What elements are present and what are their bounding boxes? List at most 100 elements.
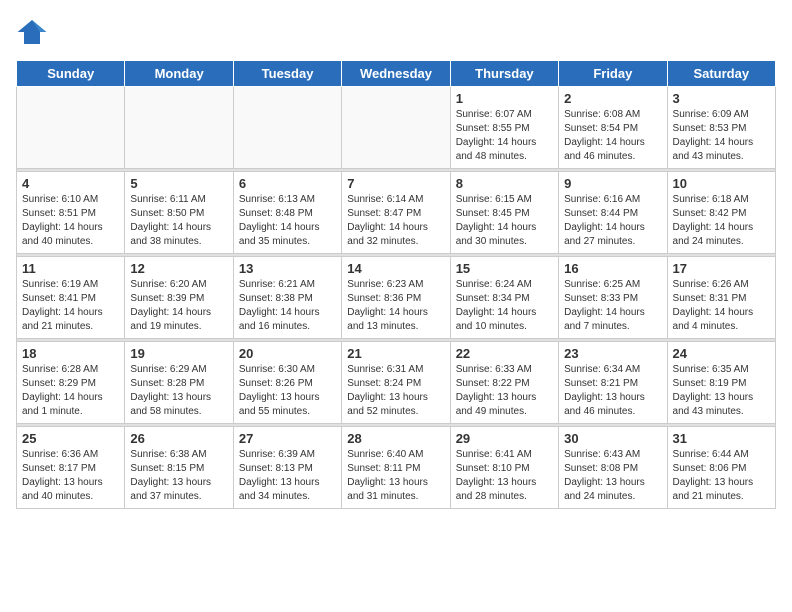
logo-icon [16, 16, 48, 48]
day-info: Sunrise: 6:33 AMSunset: 8:22 PMDaylight:… [456, 363, 553, 419]
day-info: Sunrise: 6:35 AMSunset: 8:19 PMDaylight:… [673, 363, 770, 419]
calendar-table: SundayMondayTuesdayWednesdayThursdayFrid… [16, 60, 776, 509]
calendar-cell: 14 Sunrise: 6:23 AMSunset: 8:36 PMDayligh… [342, 257, 450, 339]
calendar-cell: 4Sunrise: 6:10 AMSunset: 8:51 PMDaylight… [17, 172, 125, 254]
weekday-header-sunday: Sunday [17, 61, 125, 87]
calendar-cell: 25 Sunrise: 6:36 AMSunset: 8:17 PMDayligh… [17, 427, 125, 509]
day-info: Sunrise: 6:28 AMSunset: 8:29 PMDaylight:… [22, 363, 119, 419]
day-info: Sunrise: 6:44 AMSunset: 8:06 PMDaylight:… [673, 448, 770, 504]
calendar-week-row: 25 Sunrise: 6:36 AMSunset: 8:17 PMDayligh… [17, 427, 776, 509]
day-info: Sunrise: 6:08 AMSunset: 8:54 PMDaylight:… [564, 108, 661, 164]
day-info: Sunrise: 6:07 AMSunset: 8:55 PMDaylight:… [456, 108, 553, 164]
calendar-cell: 6 Sunrise: 6:13 AMSunset: 8:48 PMDaylight… [233, 172, 341, 254]
day-info: Sunrise: 6:30 AMSunset: 8:26 PMDaylight:… [239, 363, 336, 419]
weekday-header-monday: Monday [125, 61, 233, 87]
day-number: 14 [347, 261, 444, 276]
calendar-cell: 17 Sunrise: 6:26 AMSunset: 8:31 PMDayligh… [667, 257, 775, 339]
day-number: 18 [22, 346, 119, 361]
day-info: Sunrise: 6:25 AMSunset: 8:33 PMDaylight:… [564, 278, 661, 334]
day-number: 17 [673, 261, 770, 276]
day-number: 3 [673, 91, 770, 106]
calendar-cell: 13 Sunrise: 6:21 AMSunset: 8:38 PMDayligh… [233, 257, 341, 339]
calendar-cell [233, 87, 341, 169]
day-number: 5 [130, 176, 227, 191]
day-info: Sunrise: 6:21 AMSunset: 8:38 PMDaylight:… [239, 278, 336, 334]
calendar-cell: 3 Sunrise: 6:09 AMSunset: 8:53 PMDaylight… [667, 87, 775, 169]
calendar-cell [17, 87, 125, 169]
day-info: Sunrise: 6:26 AMSunset: 8:31 PMDaylight:… [673, 278, 770, 334]
calendar-cell: 1 Sunrise: 6:07 AMSunset: 8:55 PMDaylight… [450, 87, 558, 169]
calendar-cell: 18 Sunrise: 6:28 AMSunset: 8:29 PMDayligh… [17, 342, 125, 424]
day-info: Sunrise: 6:41 AMSunset: 8:10 PMDaylight:… [456, 448, 553, 504]
calendar-cell [342, 87, 450, 169]
weekday-header-tuesday: Tuesday [233, 61, 341, 87]
day-number: 16 [564, 261, 661, 276]
calendar-cell: 10 Sunrise: 6:18 AMSunset: 8:42 PMDayligh… [667, 172, 775, 254]
day-number: 1 [456, 91, 553, 106]
day-number: 26 [130, 431, 227, 446]
day-info: Sunrise: 6:24 AMSunset: 8:34 PMDaylight:… [456, 278, 553, 334]
day-info: Sunrise: 6:19 AMSunset: 8:41 PMDaylight:… [22, 278, 119, 334]
day-number: 27 [239, 431, 336, 446]
day-info: Sunrise: 6:36 AMSunset: 8:17 PMDaylight:… [22, 448, 119, 504]
calendar-cell: 27 Sunrise: 6:39 AMSunset: 8:13 PMDayligh… [233, 427, 341, 509]
day-number: 21 [347, 346, 444, 361]
day-info: Sunrise: 6:31 AMSunset: 8:24 PMDaylight:… [347, 363, 444, 419]
day-number: 31 [673, 431, 770, 446]
day-info: Sunrise: 6:39 AMSunset: 8:13 PMDaylight:… [239, 448, 336, 504]
day-number: 19 [130, 346, 227, 361]
day-info: Sunrise: 6:23 AMSunset: 8:36 PMDaylight:… [347, 278, 444, 334]
weekday-header-saturday: Saturday [667, 61, 775, 87]
calendar-cell: 29 Sunrise: 6:41 AMSunset: 8:10 PMDayligh… [450, 427, 558, 509]
day-number: 24 [673, 346, 770, 361]
calendar-cell: 19 Sunrise: 6:29 AMSunset: 8:28 PMDayligh… [125, 342, 233, 424]
day-info: Sunrise: 6:11 AMSunset: 8:50 PMDaylight:… [130, 193, 227, 249]
day-number: 9 [564, 176, 661, 191]
day-info: Sunrise: 6:29 AMSunset: 8:28 PMDaylight:… [130, 363, 227, 419]
calendar-cell: 26 Sunrise: 6:38 AMSunset: 8:15 PMDayligh… [125, 427, 233, 509]
calendar-cell: 5 Sunrise: 6:11 AMSunset: 8:50 PMDaylight… [125, 172, 233, 254]
day-number: 4 [22, 176, 119, 191]
day-number: 7 [347, 176, 444, 191]
calendar-cell: 11Sunrise: 6:19 AMSunset: 8:41 PMDayligh… [17, 257, 125, 339]
day-info: Sunrise: 6:34 AMSunset: 8:21 PMDaylight:… [564, 363, 661, 419]
calendar-cell: 16 Sunrise: 6:25 AMSunset: 8:33 PMDayligh… [559, 257, 667, 339]
day-number: 2 [564, 91, 661, 106]
day-number: 28 [347, 431, 444, 446]
day-info: Sunrise: 6:18 AMSunset: 8:42 PMDaylight:… [673, 193, 770, 249]
day-info: Sunrise: 6:09 AMSunset: 8:53 PMDaylight:… [673, 108, 770, 164]
calendar-week-row: 11Sunrise: 6:19 AMSunset: 8:41 PMDayligh… [17, 257, 776, 339]
calendar-week-row: 1 Sunrise: 6:07 AMSunset: 8:55 PMDaylight… [17, 87, 776, 169]
day-info: Sunrise: 6:14 AMSunset: 8:47 PMDaylight:… [347, 193, 444, 249]
calendar-cell: 23 Sunrise: 6:34 AMSunset: 8:21 PMDayligh… [559, 342, 667, 424]
day-number: 12 [130, 261, 227, 276]
day-number: 23 [564, 346, 661, 361]
weekday-header-wednesday: Wednesday [342, 61, 450, 87]
calendar-cell [125, 87, 233, 169]
day-number: 22 [456, 346, 553, 361]
calendar-week-row: 4Sunrise: 6:10 AMSunset: 8:51 PMDaylight… [17, 172, 776, 254]
calendar-cell: 30Sunrise: 6:43 AMSunset: 8:08 PMDayligh… [559, 427, 667, 509]
day-number: 25 [22, 431, 119, 446]
calendar-header-row: SundayMondayTuesdayWednesdayThursdayFrid… [17, 61, 776, 87]
calendar-cell: 9Sunrise: 6:16 AMSunset: 8:44 PMDaylight… [559, 172, 667, 254]
calendar-cell: 21 Sunrise: 6:31 AMSunset: 8:24 PMDayligh… [342, 342, 450, 424]
calendar-cell: 28 Sunrise: 6:40 AMSunset: 8:11 PMDayligh… [342, 427, 450, 509]
day-number: 6 [239, 176, 336, 191]
day-number: 13 [239, 261, 336, 276]
day-info: Sunrise: 6:13 AMSunset: 8:48 PMDaylight:… [239, 193, 336, 249]
calendar-cell: 20Sunrise: 6:30 AMSunset: 8:26 PMDayligh… [233, 342, 341, 424]
day-number: 10 [673, 176, 770, 191]
day-info: Sunrise: 6:38 AMSunset: 8:15 PMDaylight:… [130, 448, 227, 504]
calendar-cell: 24 Sunrise: 6:35 AMSunset: 8:19 PMDayligh… [667, 342, 775, 424]
calendar-cell: 15Sunrise: 6:24 AMSunset: 8:34 PMDayligh… [450, 257, 558, 339]
day-number: 8 [456, 176, 553, 191]
day-info: Sunrise: 6:40 AMSunset: 8:11 PMDaylight:… [347, 448, 444, 504]
day-number: 30 [564, 431, 661, 446]
page-header [16, 16, 776, 48]
weekday-header-friday: Friday [559, 61, 667, 87]
day-number: 29 [456, 431, 553, 446]
calendar-cell: 8Sunrise: 6:15 AMSunset: 8:45 PMDaylight… [450, 172, 558, 254]
calendar-week-row: 18 Sunrise: 6:28 AMSunset: 8:29 PMDayligh… [17, 342, 776, 424]
calendar-cell: 12Sunrise: 6:20 AMSunset: 8:39 PMDayligh… [125, 257, 233, 339]
